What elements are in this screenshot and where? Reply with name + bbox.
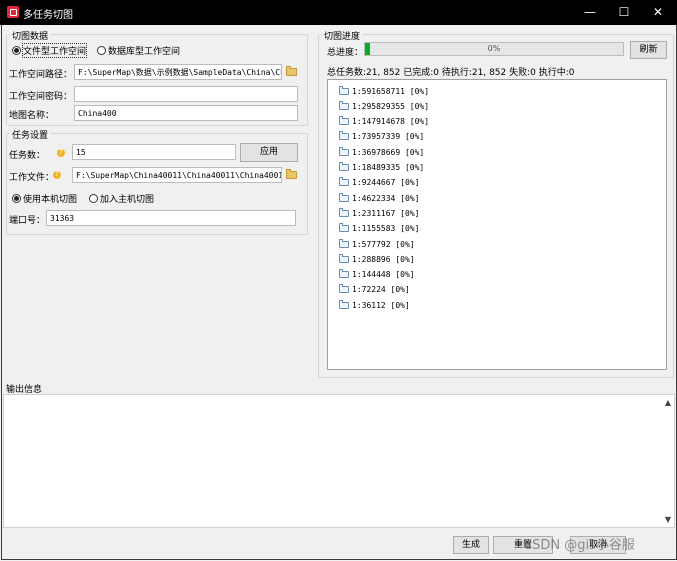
tree-item-label: 1:18489335 [0%]: [352, 163, 425, 172]
tree-item[interactable]: 1:577792 [0%]: [339, 237, 415, 251]
browse-workspace-folder-icon[interactable]: [286, 66, 297, 76]
minimize-button[interactable]: —: [573, 0, 607, 25]
refresh-button[interactable]: 刷新: [630, 41, 667, 59]
tree-item[interactable]: 1:2311167 [0%]: [339, 206, 419, 220]
tree-item-label: 1:36978669 [0%]: [352, 147, 425, 157]
tree-item-label: 1:4622334 [0%]: [352, 193, 420, 203]
folder-icon: [339, 116, 349, 126]
radio-local-tiling-label: 使用本机切图: [23, 195, 78, 205]
tree-item[interactable]: 1:288896 [0%]: [339, 252, 415, 266]
workspace-password-label: 工作空间密码：: [9, 92, 73, 102]
radio-file-workspace-indicator: [12, 46, 21, 55]
tree-item-label: 1:577792 [0%]: [352, 239, 415, 249]
tree-item-label: 1:144448 [0%]: [352, 270, 415, 280]
generate-button[interactable]: 生成: [453, 536, 489, 554]
tree-item-label: 1:36112 [0%]: [352, 300, 410, 310]
radio-host-tiling-label: 加入主机切图: [100, 195, 155, 205]
tree-item[interactable]: 1:9244667 [0%]: [339, 176, 419, 190]
tree-item[interactable]: 1:36112 [0%]: [339, 298, 410, 312]
close-button[interactable]: ✕: [641, 0, 675, 25]
workspace-path-label: 工作空间路径：: [9, 70, 73, 80]
folder-icon: [339, 162, 349, 171]
map-name-label: 地图名称：: [9, 111, 55, 121]
radio-host-tiling[interactable]: 加入主机切图: [89, 192, 154, 205]
progress-stats: 总任务数:21, 852 已完成:0 待执行:21, 852 失败:0 执行中:…: [327, 68, 575, 78]
tree-item[interactable]: 1:144448 [0%]: [339, 268, 415, 282]
folder-icon: [339, 269, 349, 279]
workspace-password-input[interactable]: [74, 86, 298, 102]
folder-icon: [339, 85, 349, 95]
task-settings-group-title: 任务设置: [10, 128, 51, 141]
folder-icon: [339, 146, 349, 156]
tree-item-label: 1:1155583 [0%]: [352, 224, 420, 234]
tree-item[interactable]: 1:1155583 [0%]: [339, 222, 419, 236]
folder-icon: [339, 238, 349, 248]
task-file-help-icon: [53, 170, 61, 179]
task-file-input[interactable]: F:\SuperMap\China40011\China40011\China4…: [72, 167, 282, 183]
tree-item[interactable]: 1:73957339 [0%]: [339, 130, 424, 144]
tree-item[interactable]: 1:72224 [0%]: [339, 283, 410, 297]
folder-icon: [339, 177, 349, 187]
radio-local-tiling[interactable]: 使用本机切图: [12, 192, 77, 205]
title-bar: 多任务切图 — ☐ ✕: [0, 0, 677, 25]
port-label: 端口号：: [9, 216, 46, 226]
tree-item[interactable]: 1:18489335 [0%]: [339, 161, 424, 175]
app-icon: [7, 6, 19, 18]
scroll-up-icon[interactable]: ▲: [665, 398, 671, 407]
task-count-input[interactable]: 15: [72, 144, 236, 160]
tree-item-label: 1:9244667 [0%]: [352, 178, 420, 188]
folder-icon: [339, 100, 349, 110]
total-progress-bar: 0%: [364, 42, 624, 56]
watermark: CSDN @gis小谷服: [523, 538, 635, 553]
tree-item-label: 1:147914678 [0%]: [352, 117, 430, 127]
total-progress-percent: 0%: [487, 44, 501, 53]
task-count-help-icon: [57, 148, 65, 157]
folder-icon: [339, 223, 349, 233]
folder-icon: [339, 284, 349, 294]
scale-tree[interactable]: 1:591658711 [0%] 1:295829355 [0%] 1:147914…: [327, 79, 667, 370]
tree-item-label: 1:295829355 [0%]: [352, 101, 430, 111]
total-progress-label: 总进度：: [327, 48, 364, 58]
tree-item-label: 1:73957339 [0%]: [352, 132, 425, 142]
tree-item[interactable]: 1:295829355 [0%]: [339, 99, 429, 113]
maximize-button[interactable]: ☐: [607, 0, 641, 25]
tree-item-label: 1:591658711 [0%]: [352, 86, 430, 96]
radio-file-workspace-label: 文件型工作空间: [21, 43, 88, 58]
radio-db-workspace-indicator: [97, 46, 106, 55]
workspace-path-input[interactable]: F:\SuperMap\数据\示例数据\SampleData\China\Chi…: [74, 64, 282, 80]
tree-item-label: 1:288896 [0%]: [352, 254, 415, 264]
port-input[interactable]: 31363: [46, 210, 296, 226]
apply-button[interactable]: 应用: [240, 143, 298, 162]
tree-item-label: 1:2311167 [0%]: [352, 208, 420, 218]
radio-db-workspace[interactable]: 数据库型工作空间: [97, 44, 180, 57]
folder-icon: [339, 192, 349, 202]
scroll-down-icon[interactable]: ▼: [665, 515, 671, 524]
radio-file-workspace[interactable]: 文件型工作空间: [12, 43, 88, 58]
tree-item-label: 1:72224 [0%]: [352, 285, 410, 295]
progress-group-title: 切图进度: [322, 29, 363, 42]
radio-local-tiling-indicator: [12, 194, 21, 203]
folder-icon: [339, 131, 349, 141]
radio-db-workspace-label: 数据库型工作空间: [108, 47, 181, 57]
folder-icon: [339, 299, 349, 309]
tree-item[interactable]: 1:147914678 [0%]: [339, 115, 429, 129]
folder-icon: [339, 207, 349, 217]
window-title: 多任务切图: [23, 10, 73, 21]
radio-host-tiling-indicator: [89, 194, 98, 203]
task-count-label: 任务数：: [9, 151, 46, 161]
task-file-label: 工作文件：: [9, 173, 55, 183]
tile-data-group-title: 切图数据: [10, 29, 51, 42]
browse-task-file-folder-icon[interactable]: [286, 169, 297, 179]
output-textarea[interactable]: ▲ ▼: [3, 394, 675, 528]
folder-icon: [339, 253, 349, 263]
tree-item[interactable]: 1:4622334 [0%]: [339, 191, 419, 205]
tree-item[interactable]: 1:591658711 [0%]: [339, 84, 429, 98]
map-name-input[interactable]: China400: [74, 105, 298, 121]
tree-item[interactable]: 1:36978669 [0%]: [339, 145, 424, 159]
